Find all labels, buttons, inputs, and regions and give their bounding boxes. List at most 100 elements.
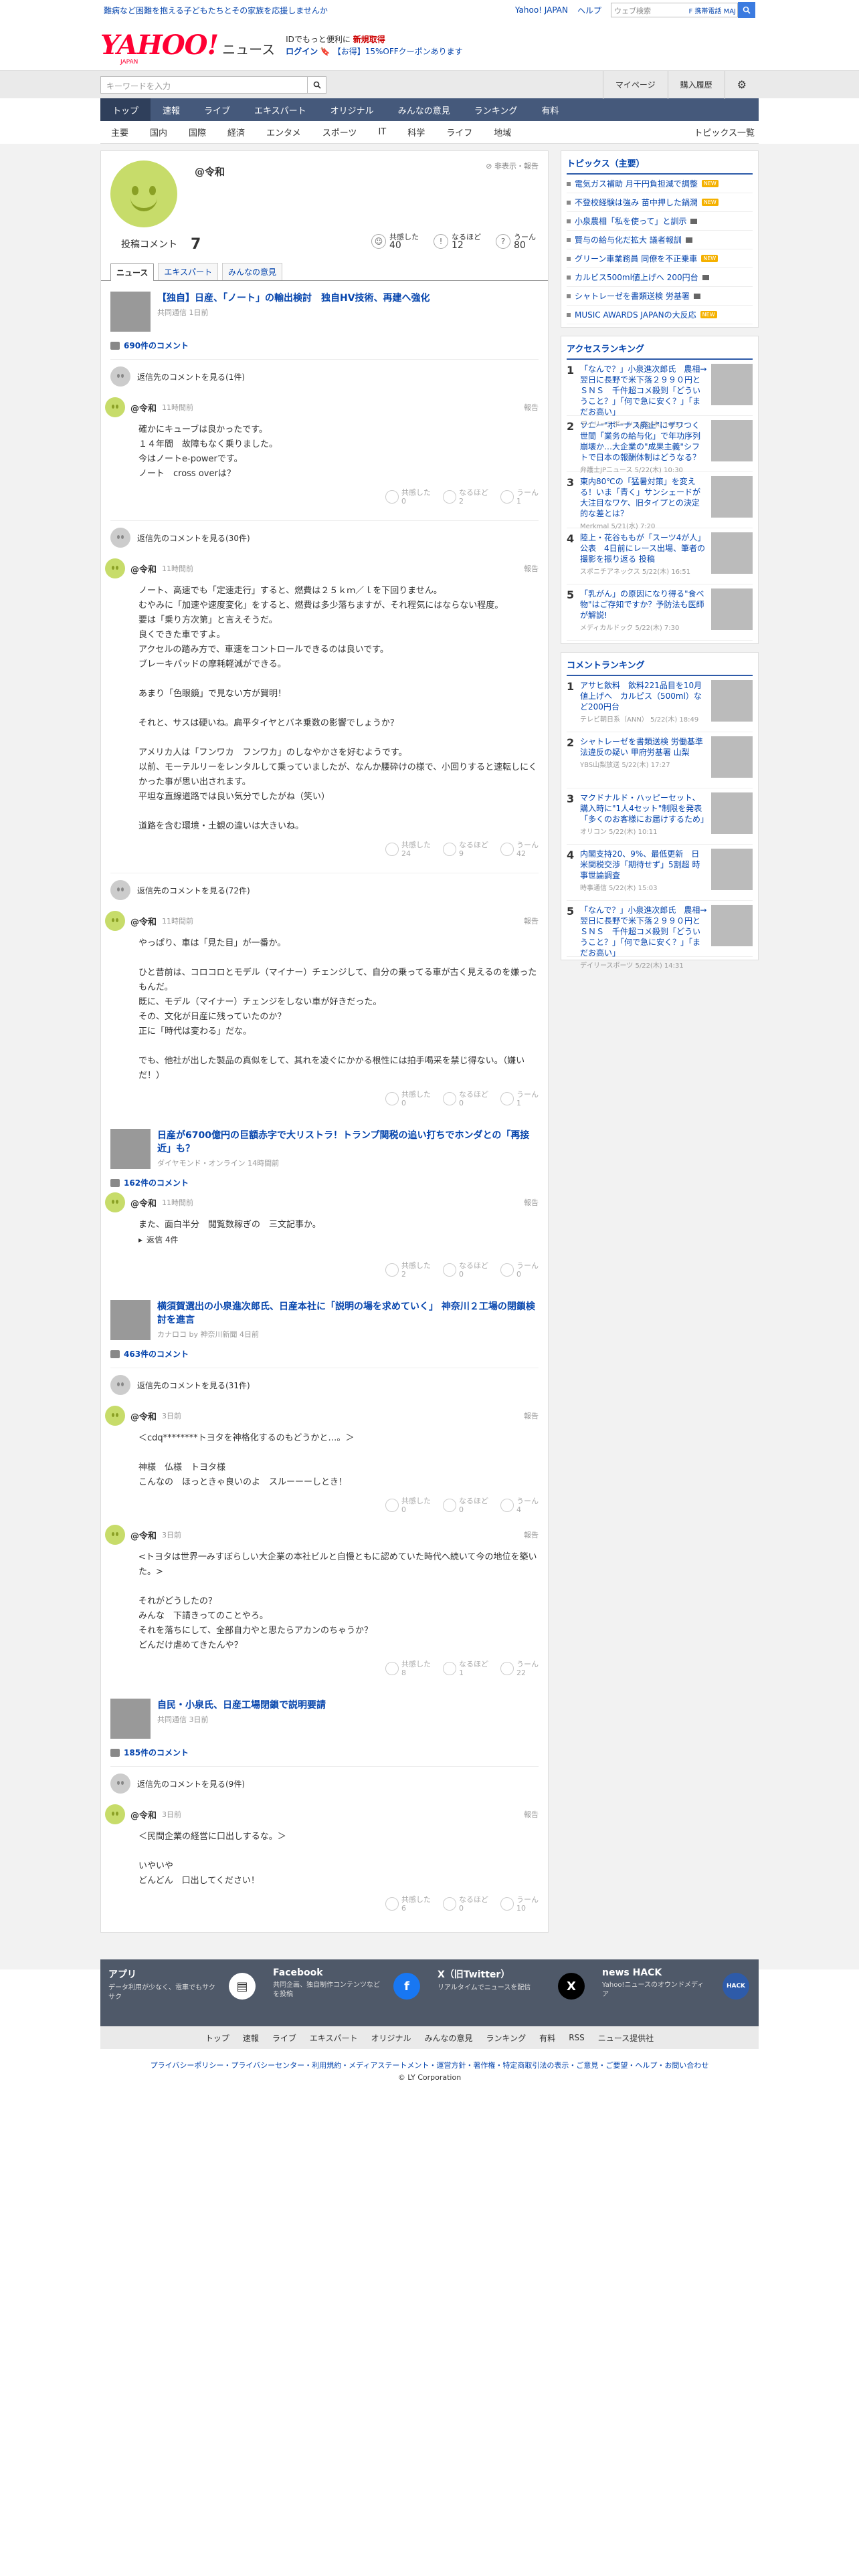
- article-title[interactable]: 日産が6700億円の巨額赤字で大リストラ！トランプ関税の追い打ちでホンダとの「再…: [157, 1129, 539, 1156]
- ranking-item[interactable]: 1 アサヒ飲料 飲料221品目を10月値上げへ カルピス（500ml）など200円…: [567, 676, 753, 732]
- article-thumbnail[interactable]: [110, 1129, 151, 1169]
- naruhodo-button[interactable]: なるほど 0: [443, 1261, 488, 1279]
- report-link[interactable]: 報告: [524, 1197, 539, 1208]
- ranking-item[interactable]: 1 「なんで？」小泉進次郎氏 農相→翌日に長野で米下落２９９０円とＳＮＳ 千件超コ…: [567, 360, 753, 429]
- news-search-input[interactable]: キーワードを入力: [100, 76, 308, 94]
- signup-link[interactable]: 新規取得: [353, 35, 385, 44]
- gnav-flash[interactable]: 速報: [151, 98, 192, 121]
- footer-nav-item[interactable]: トップ: [205, 2032, 229, 2044]
- article-comment-count[interactable]: 162件のコメント: [101, 1173, 548, 1192]
- gnav-ranking[interactable]: ランキング: [462, 98, 530, 121]
- cat-world[interactable]: 国際: [178, 126, 217, 138]
- ranking-item[interactable]: 3 マクドナルド・ハッピーセット、購入時に"1人4セット"制限を発表「多くのお客様…: [567, 788, 753, 845]
- comment-author[interactable]: @令和: [130, 401, 157, 414]
- empathy-button[interactable]: 共感した 0: [385, 488, 431, 506]
- parent-comment-link[interactable]: 返信先のコメントを見る(1件): [110, 359, 539, 393]
- naruhodo-button[interactable]: なるほど 0: [443, 1090, 488, 1107]
- topic-item[interactable]: 賢与の給与化だ拡大 議者報訓: [567, 231, 753, 249]
- ranking-item[interactable]: 2 シャトレーゼを書類送検 労働基準法違反の疑い 甲府労基署 山梨 YBS山梨放送 …: [567, 732, 753, 788]
- report-link[interactable]: 報告: [524, 916, 539, 926]
- ranking-item[interactable]: 4 内閣支持20、9%、最低更新 日米関税交渉「期待せず」5割超 時事世論調査 時事…: [567, 845, 753, 901]
- topic-item[interactable]: グリーン車業務員 同僚を不正乗車 NEW: [567, 249, 753, 268]
- gnav-original[interactable]: オリジナル: [318, 98, 386, 121]
- cat-science[interactable]: 科学: [397, 126, 436, 138]
- hmm-button[interactable]: うーん 10: [500, 1895, 539, 1913]
- topic-item[interactable]: 電気ガス補助 月干円負担減で調整 NEW: [567, 175, 753, 193]
- gnav-top[interactable]: トップ: [100, 98, 151, 121]
- cat-sports[interactable]: スポーツ: [312, 126, 368, 138]
- article-thumbnail[interactable]: [110, 1699, 151, 1739]
- topic-item[interactable]: カルビス500ml値上げへ 200円台: [567, 268, 753, 287]
- settings-button[interactable]: ⚙: [724, 70, 759, 99]
- footer-newshack[interactable]: news HACK Yahoo!ニュースのオウンドメディア HACK: [594, 1959, 759, 2026]
- hmm-button[interactable]: うーん 0: [500, 1261, 539, 1279]
- empathy-button[interactable]: 共感した 8: [385, 1660, 431, 1677]
- ranking-item[interactable]: 4 陸上・花谷ももが「スーツ4が人」公表 4日前にレース出場、筆者の撮影を振り返る…: [567, 528, 753, 584]
- help-link[interactable]: ヘルプ: [577, 5, 601, 16]
- history-button[interactable]: 購入履歴: [667, 70, 725, 99]
- cat-entame[interactable]: エンタメ: [256, 126, 312, 138]
- empathy-button[interactable]: 共感した 24: [385, 841, 431, 858]
- report-link[interactable]: 報告: [524, 1809, 539, 1820]
- topic-item[interactable]: シャトレーゼを書類送検 労基署: [567, 287, 753, 306]
- article-comment-count[interactable]: 185件のコメント: [101, 1743, 548, 1762]
- hmm-button[interactable]: うーん 22: [500, 1660, 539, 1677]
- footer-nav-item[interactable]: 有料: [539, 2032, 555, 2044]
- footer-x[interactable]: X（旧Twitter） リアルタイムでニュースを配信 X: [430, 1959, 594, 2026]
- top-ad-link[interactable]: 難病など困難を抱える子どもたちとその家族を応援しませんか: [104, 5, 328, 16]
- parent-comment-link[interactable]: 返信先のコメントを見る(72件): [110, 873, 539, 907]
- gnav-paid[interactable]: 有料: [529, 98, 571, 121]
- web-search-button[interactable]: [738, 2, 755, 18]
- gnav-live[interactable]: ライブ: [192, 98, 242, 121]
- topic-item[interactable]: MUSIC AWARDS JAPANの大反応 NEW: [567, 306, 753, 324]
- cat-it[interactable]: IT: [367, 127, 397, 137]
- parent-comment-link[interactable]: 返信先のコメントを見る(31件): [110, 1368, 539, 1402]
- naruhodo-button[interactable]: なるほど 0: [443, 1895, 488, 1913]
- ranking-item[interactable]: 5 「乳がん」の原因になり得る"食べ物"はご存知ですか？予防法も医師が解説! メディ…: [567, 584, 753, 641]
- web-search-input[interactable]: ウェブ検索 F 携帯電話 MAJ: [611, 3, 738, 17]
- footer-nav-item[interactable]: オリジナル: [371, 2032, 411, 2044]
- footer-nav-item[interactable]: 速報: [243, 2032, 259, 2044]
- article-thumbnail[interactable]: [110, 292, 151, 332]
- hmm-button[interactable]: うーん 1: [500, 488, 539, 506]
- footer-nav-item[interactable]: RSS: [569, 2033, 585, 2042]
- report-link[interactable]: 報告: [524, 1529, 539, 1540]
- footer-nav-item[interactable]: エキスパート: [310, 2032, 358, 2044]
- article-title[interactable]: 【独自】日産、「ノート」の輸出検討 独自HV技術、再建へ強化: [157, 292, 430, 305]
- hide-report-link[interactable]: ⊘ 非表示・報告: [486, 160, 539, 171]
- empathy-button[interactable]: 共感した 2: [385, 1261, 431, 1279]
- tab-news[interactable]: ニュース: [110, 263, 155, 281]
- login-link[interactable]: ログイン: [286, 47, 318, 56]
- ranking-item[interactable]: 3 東内80℃の「猛暑対策」を変える！いま「青く」サンシェードが大注目なワケ、旧タ…: [567, 472, 753, 530]
- article-title[interactable]: 自民・小泉氏、日産工場閉鎖で説明要請: [157, 1699, 326, 1712]
- news-search-button[interactable]: [308, 76, 326, 94]
- article-thumbnail[interactable]: [110, 1300, 151, 1340]
- topic-item[interactable]: 不登校経験は強み 苗中押した鍋潤 NEW: [567, 193, 753, 212]
- article-title[interactable]: 横須賀選出の小泉進次郎氏、日産本社に「説明の場を求めていく」 神奈川２工場の閉鎖…: [157, 1300, 539, 1327]
- empathy-button[interactable]: 共感した 0: [385, 1497, 431, 1514]
- cat-local[interactable]: 地域: [483, 126, 522, 138]
- footer-facebook[interactable]: Facebook 共同企画、独自制作コンテンツなどを投稿 f: [265, 1959, 430, 2026]
- comment-author[interactable]: @令和: [130, 1410, 157, 1422]
- report-link[interactable]: 報告: [524, 563, 539, 574]
- replies-toggle[interactable]: ▸ 返信 4件: [132, 1232, 539, 1255]
- cat-domestic[interactable]: 国内: [139, 126, 178, 138]
- naruhodo-button[interactable]: なるほど 0: [443, 1497, 488, 1514]
- empathy-button[interactable]: 共感した 0: [385, 1090, 431, 1107]
- yahoo-japan-link[interactable]: Yahoo! JAPAN: [515, 5, 568, 15]
- footer-app[interactable]: アプリ データ利用が少なく、電車でもサクサク ▤: [100, 1959, 265, 2026]
- ranking-item[interactable]: 5 「なんで？」小泉進次郎氏 農相→翌日に長野で米下落２９９０円とＳＮＳ 千件超コ…: [567, 901, 753, 970]
- ranking-item[interactable]: 2 ソニー"ボーナス廃止"にザワつく世間「業务の給与化」で年功序列崩壊か…大企業の…: [567, 416, 753, 474]
- gnav-opinion[interactable]: みんなの意見: [386, 98, 462, 121]
- gnav-expert[interactable]: エキスパート: [242, 98, 318, 121]
- report-link[interactable]: 報告: [524, 402, 539, 413]
- article-comment-count[interactable]: 463件のコメント: [101, 1344, 548, 1364]
- footer-nav-item[interactable]: ランキング: [486, 2032, 527, 2044]
- hmm-button[interactable]: うーん 42: [500, 841, 539, 858]
- parent-comment-link[interactable]: 返信先のコメントを見る(30件): [110, 520, 539, 554]
- footer-nav-item[interactable]: みんなの意見: [425, 2032, 473, 2044]
- coupon-link[interactable]: 【お得】15%OFFクーポンあります: [333, 47, 463, 56]
- cat-economy[interactable]: 経済: [217, 126, 256, 138]
- hmm-button[interactable]: うーん 1: [500, 1090, 539, 1107]
- cat-main[interactable]: 主要: [100, 126, 139, 138]
